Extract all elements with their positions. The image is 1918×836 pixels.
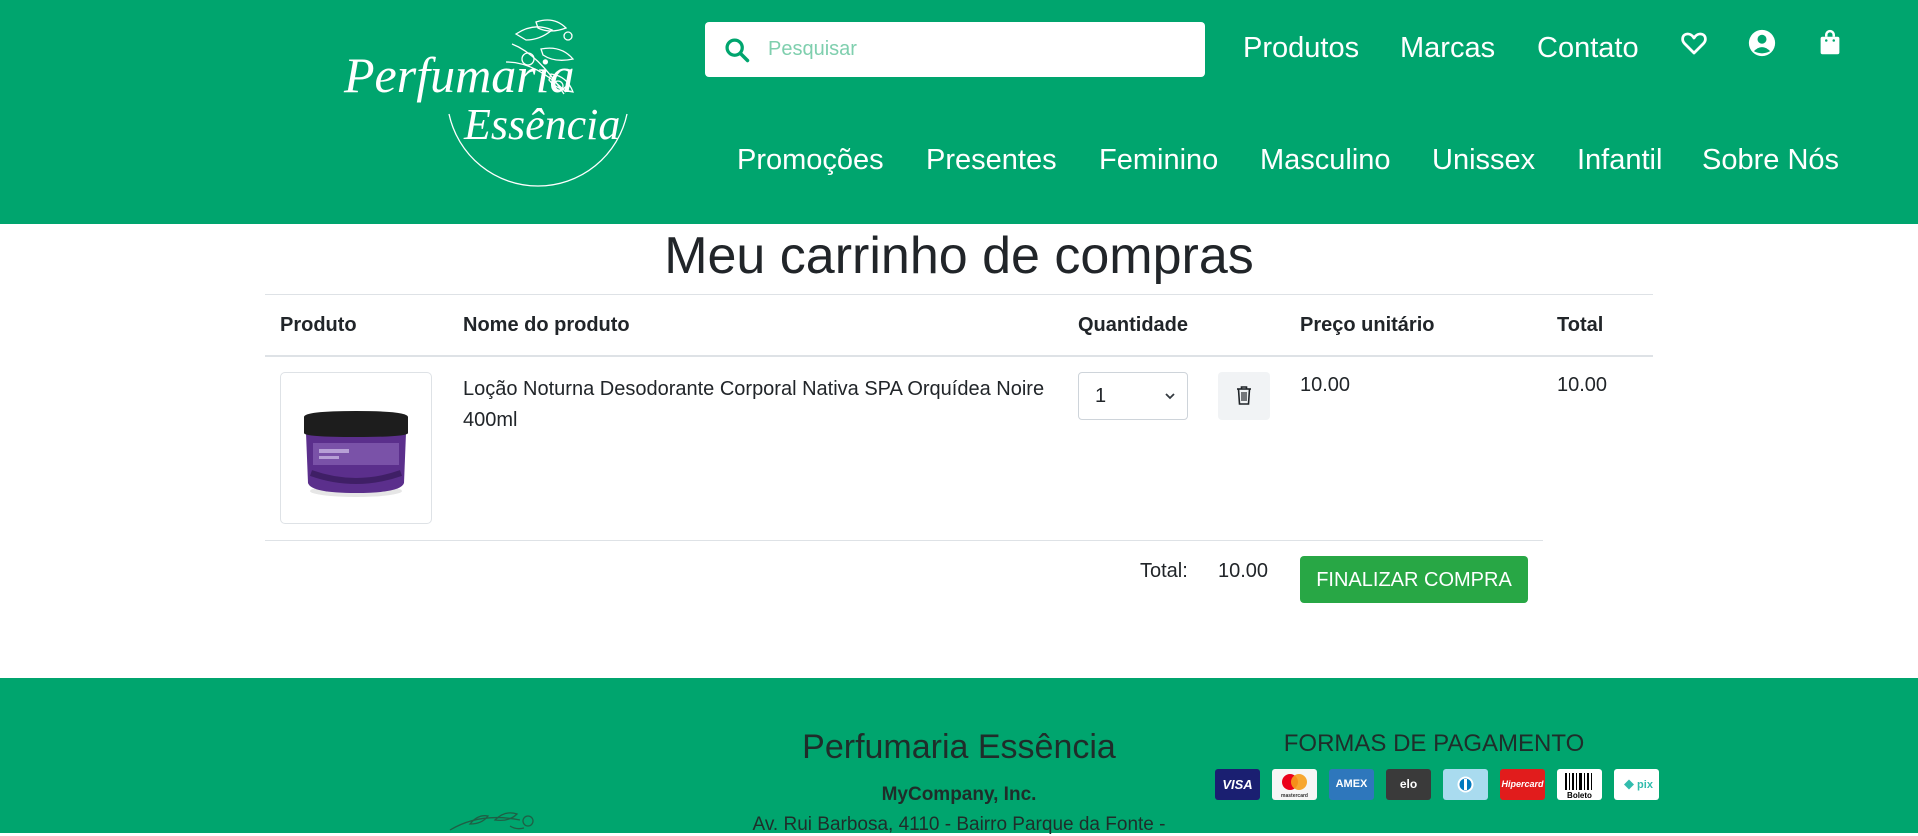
table-top-divider [265,294,1653,295]
amex-card-icon: AMEX [1329,769,1374,800]
table-header-divider [265,355,1653,357]
line-total: 10.00 [1557,374,1608,396]
heart-icon[interactable] [1679,28,1709,58]
boleto-card-icon: Boleto [1557,769,1602,800]
unit-price: 10.00 [1300,374,1351,396]
nav-sobre-nos[interactable]: Sobre Nós [1702,144,1839,177]
nav-presentes[interactable]: Presentes [926,144,1057,177]
shopping-bag-icon[interactable] [1815,28,1845,58]
nav-feminino[interactable]: Feminino [1099,144,1218,177]
col-header-product: Produto [280,314,357,336]
page-title: Meu carrinho de compras [664,227,1254,285]
svg-text:Boleto: Boleto [1567,791,1592,800]
nav-produtos[interactable]: Produtos [1243,32,1359,65]
pix-card-icon: pix [1614,769,1659,800]
logo-line2: Essência [463,100,620,149]
brand-logo[interactable]: Perfumaria Essência [336,14,636,214]
search-bar[interactable] [705,22,1205,77]
chevron-down-icon [1165,393,1175,400]
user-account-icon[interactable] [1747,28,1777,58]
svg-text:pix: pix [1637,779,1654,791]
diners-logo [1457,776,1474,793]
mastercard-card-icon: mastercard [1272,769,1317,800]
svg-text:mastercard: mastercard [1281,793,1308,799]
table-row-divider [265,540,1543,541]
product-jar-image [304,411,408,497]
nav-unissex[interactable]: Unissex [1432,144,1535,177]
quantity-select[interactable]: 1 [1078,372,1188,420]
nav-marcas[interactable]: Marcas [1400,32,1495,65]
quantity-value: 1 [1095,385,1107,407]
cart-total-label: Total: [1140,560,1188,582]
nav-infantil[interactable]: Infantil [1577,144,1662,177]
logo-line1: Perfumaria [343,47,575,103]
footer-company: MyCompany, Inc. [881,784,1037,805]
checkout-button[interactable]: FINALIZAR COMPRA [1300,556,1528,603]
mastercard-logo: mastercard [1281,774,1308,799]
payment-methods: VISA mastercard AMEX elo Hipercard Bolet… [1215,769,1659,801]
search-icon[interactable] [723,36,751,64]
cart-total-value: 10.00 [1218,560,1269,582]
nav-masculino[interactable]: Masculino [1260,144,1391,177]
col-header-name: Nome do produto [463,314,630,336]
elo-card-icon: elo [1386,769,1431,800]
nav-contato[interactable]: Contato [1537,32,1639,65]
remove-item-button[interactable] [1218,372,1270,420]
footer-floral-decoration [449,812,534,831]
col-header-quantity: Quantidade [1078,314,1189,336]
product-name[interactable]: Loção Noturna Desodorante Corporal Nativ… [463,374,1063,436]
product-image[interactable] [280,372,432,524]
nav-promocoes[interactable]: Promoções [737,144,884,177]
col-header-total: Total [1557,314,1604,336]
diners-card-icon [1443,769,1488,800]
visa-card-icon: VISA [1215,769,1260,800]
col-header-unit-price: Preço unitário [1300,314,1435,336]
hipercard-card-icon: Hipercard [1500,769,1545,800]
trash-icon [1237,386,1251,405]
site-header: Perfumaria Essência Produtos Marcas Cont… [0,0,1918,224]
search-input[interactable] [768,22,1188,77]
payment-methods-title: FORMAS DE PAGAMENTO [1283,730,1585,757]
pix-logo: pix [1624,779,1654,791]
boleto-barcode: Boleto [1565,773,1592,800]
footer-title: Perfumaria Essência [802,728,1116,766]
